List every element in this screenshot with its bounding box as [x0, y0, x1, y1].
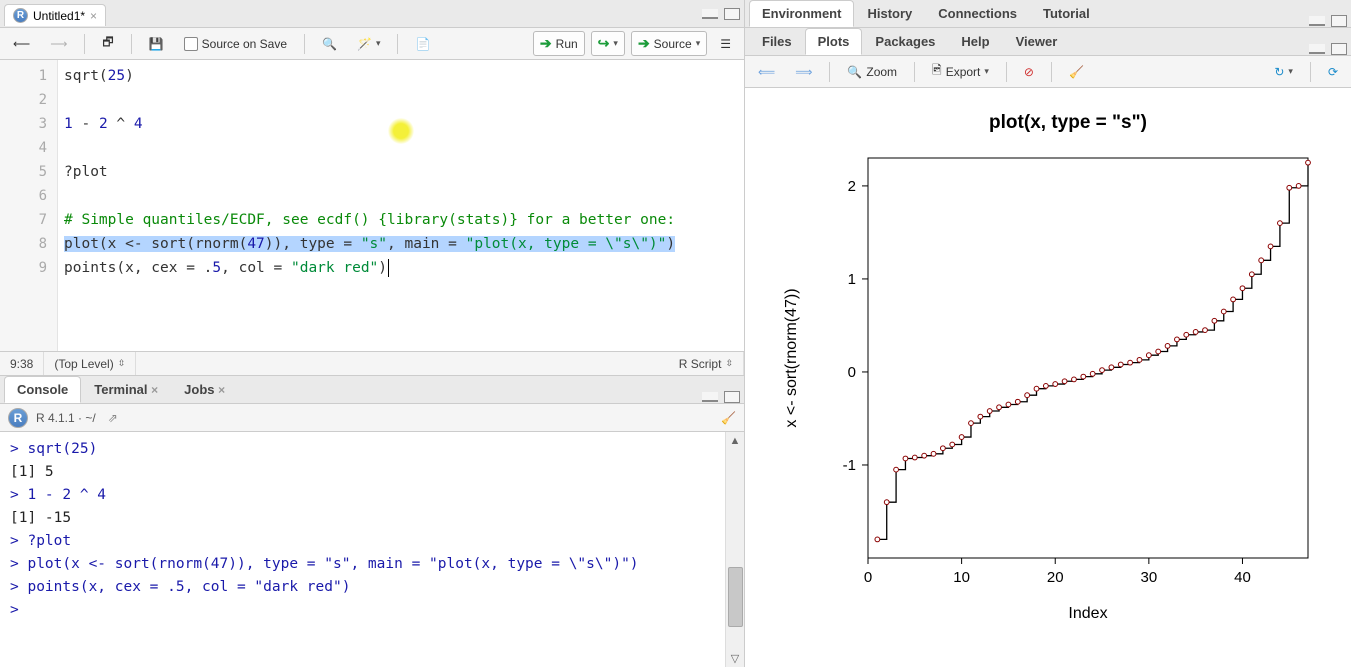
goto-dir-icon[interactable]: ⇗ — [108, 411, 118, 425]
code-area[interactable]: sqrt(25)1 - 2 ^ 4?plot# Simple quantiles… — [58, 60, 744, 351]
plot-prev-button[interactable]: ⟸ — [751, 61, 782, 83]
laser-pointer-highlight — [388, 118, 414, 144]
tab-help[interactable]: Help — [948, 28, 1002, 55]
svg-text:20: 20 — [1047, 569, 1064, 586]
tab-tutorial[interactable]: Tutorial — [1030, 0, 1103, 27]
clear-console-icon[interactable]: 🧹 — [721, 411, 736, 425]
scope-selector[interactable]: (Top Level) ⇳ — [44, 352, 136, 375]
plot-next-button[interactable]: ⟹ — [788, 61, 819, 83]
console-tab-bar: Console Terminal × Jobs × — [0, 376, 744, 404]
r-version-label: R 4.1.1 · ~/ — [36, 411, 96, 425]
separator — [1006, 62, 1007, 82]
svg-text:30: 30 — [1141, 569, 1158, 586]
publish-button[interactable]: ↻ ▾ — [1267, 61, 1300, 83]
wand-button[interactable]: 🪄 ▾ — [350, 33, 387, 55]
source-toolbar: ⟵ ⟶ 🗗 💾 Source on Save 🔍 🪄 ▾ 📄 ➔Run ↪▾ ➔… — [0, 28, 744, 60]
checkbox-icon — [184, 37, 198, 51]
separator — [1310, 62, 1311, 82]
zoom-button[interactable]: 🔍 Zoom — [840, 61, 904, 83]
separator — [84, 34, 85, 54]
tab-jobs[interactable]: Jobs × — [171, 376, 238, 403]
remove-plot-button[interactable]: ⊘ — [1017, 61, 1041, 83]
minimize-pane-icon[interactable] — [702, 9, 718, 19]
plot-svg: plot(x, type = "s") 0 10 20 30 40 -1 0 1 2 Index x … — [768, 98, 1328, 638]
source-tab-title: Untitled1* — [33, 9, 85, 23]
tab-environment[interactable]: Environment — [749, 0, 854, 27]
export-button[interactable]: 🖻 Export ▾ — [925, 57, 996, 86]
close-icon[interactable]: × — [151, 383, 158, 397]
maximize-pane-icon[interactable] — [724, 8, 740, 20]
rerun-button[interactable]: ↪▾ — [591, 31, 625, 56]
svg-text:40: 40 — [1234, 569, 1251, 586]
tab-history[interactable]: History — [854, 0, 925, 27]
filetype-selector[interactable]: R Script ⇳ — [669, 352, 744, 375]
scroll-thumb[interactable] — [728, 567, 743, 627]
tab-terminal[interactable]: Terminal × — [81, 376, 171, 403]
plots-toolbar: ⟸ ⟹ 🔍 Zoom 🖻 Export ▾ ⊘ 🧹 ↻ ▾ ⟳ — [745, 56, 1351, 88]
tab-plots[interactable]: Plots — [805, 28, 863, 55]
separator — [397, 34, 398, 54]
tab-viewer[interactable]: Viewer — [1003, 28, 1071, 55]
source-button[interactable]: ➔Source ▾ — [631, 31, 707, 56]
save-button[interactable]: 💾 — [142, 33, 171, 55]
maximize-pane-icon[interactable] — [1331, 43, 1347, 55]
separator — [304, 34, 305, 54]
tab-connections[interactable]: Connections — [925, 0, 1030, 27]
outline-button[interactable]: ☰ — [713, 33, 738, 55]
maximize-pane-icon[interactable] — [1331, 15, 1347, 27]
minimize-pane-icon[interactable] — [1309, 44, 1325, 54]
plot-area: plot(x, type = "s") 0 10 20 30 40 -1 0 1 2 Index x … — [745, 88, 1351, 667]
console-scrollbar[interactable]: ▲ ▽ — [725, 432, 744, 667]
nav-back-button[interactable]: ⟵ — [6, 33, 37, 55]
nav-fwd-button[interactable]: ⟶ — [43, 33, 74, 55]
minimize-pane-icon[interactable] — [702, 392, 718, 402]
line-gutter: 123456789 — [0, 60, 58, 351]
close-icon[interactable]: × — [218, 383, 225, 397]
scroll-up-icon[interactable]: ▲ — [726, 432, 744, 450]
env-tab-bar: EnvironmentHistoryConnectionsTutorial — [745, 0, 1351, 28]
clear-plots-icon[interactable]: 🧹 — [1062, 61, 1091, 83]
svg-text:2: 2 — [848, 178, 856, 195]
svg-text:10: 10 — [953, 569, 970, 586]
tab-files[interactable]: Files — [749, 28, 805, 55]
svg-text:plot(x, type = "s"): plot(x, type = "s") — [989, 112, 1147, 133]
source-editor[interactable]: 123456789 sqrt(25)1 - 2 ^ 4?plot# Simple… — [0, 60, 744, 351]
separator — [829, 62, 830, 82]
svg-text:0: 0 — [864, 569, 872, 586]
cursor-position: 9:38 — [0, 352, 44, 375]
scroll-down-icon[interactable]: ▽ — [726, 649, 744, 667]
show-in-new-window-button[interactable]: 🗗 — [95, 29, 120, 58]
console-output[interactable]: > sqrt(25)[1] 5> 1 - 2 ^ 4[1] -15> ?plot… — [0, 432, 725, 667]
refresh-plot-button[interactable]: ⟳ — [1321, 61, 1345, 83]
separator — [1051, 62, 1052, 82]
r-logo-icon: R — [8, 408, 28, 428]
run-button[interactable]: ➔Run — [533, 31, 585, 56]
plots-tab-bar: FilesPlotsPackagesHelpViewer — [745, 28, 1351, 56]
svg-text:x <- sort(rnorm(47)): x <- sort(rnorm(47)) — [783, 288, 800, 427]
separator — [131, 34, 132, 54]
minimize-pane-icon[interactable] — [1309, 16, 1325, 26]
source-on-save-toggle[interactable]: Source on Save — [177, 33, 294, 55]
svg-text:0: 0 — [848, 364, 856, 381]
source-tab-bar: R Untitled1* × — [0, 0, 744, 28]
notebook-button[interactable]: 📄 — [408, 33, 437, 55]
close-icon[interactable]: × — [90, 9, 97, 23]
tab-packages[interactable]: Packages — [862, 28, 948, 55]
find-button[interactable]: 🔍 — [315, 33, 344, 55]
console-info-bar: R R 4.1.1 · ~/ ⇗ 🧹 — [0, 404, 744, 432]
r-file-icon: R — [13, 8, 28, 23]
svg-text:Index: Index — [1068, 605, 1107, 622]
separator — [914, 62, 915, 82]
svg-text:1: 1 — [848, 271, 856, 288]
source-statusbar: 9:38 (Top Level) ⇳ R Script ⇳ — [0, 351, 744, 375]
source-tab[interactable]: R Untitled1* × — [4, 4, 106, 26]
maximize-pane-icon[interactable] — [724, 391, 740, 403]
tab-console[interactable]: Console — [4, 376, 81, 403]
svg-text:-1: -1 — [843, 457, 856, 474]
